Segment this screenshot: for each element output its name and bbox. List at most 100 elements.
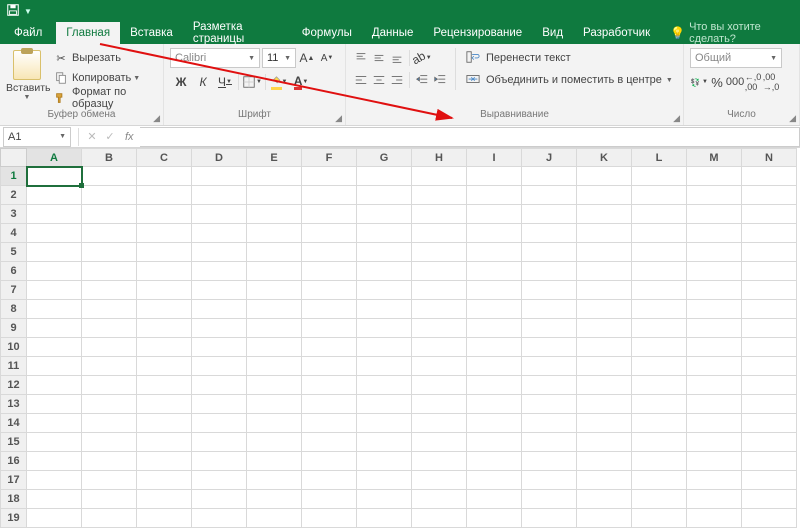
cell[interactable] <box>27 452 82 471</box>
cell[interactable] <box>137 414 192 433</box>
tab-view[interactable]: Вид <box>532 22 573 44</box>
cell[interactable] <box>467 243 522 262</box>
column-header[interactable]: E <box>247 149 302 167</box>
column-header[interactable]: A <box>27 149 82 167</box>
row-header[interactable]: 9 <box>1 319 27 338</box>
cell[interactable] <box>742 205 797 224</box>
cell[interactable] <box>247 205 302 224</box>
cell[interactable] <box>632 452 687 471</box>
cell[interactable] <box>632 490 687 509</box>
enter-formula-button[interactable]: ✓ <box>101 130 119 143</box>
cell[interactable] <box>522 357 577 376</box>
cell[interactable] <box>577 205 632 224</box>
cell[interactable] <box>357 509 412 528</box>
cell[interactable] <box>687 224 742 243</box>
cell[interactable] <box>687 395 742 414</box>
cell[interactable] <box>82 433 137 452</box>
bold-button[interactable]: Ж <box>170 72 192 92</box>
cell[interactable] <box>82 186 137 205</box>
cell[interactable] <box>687 281 742 300</box>
row-header[interactable]: 10 <box>1 338 27 357</box>
cell[interactable] <box>467 186 522 205</box>
cell[interactable] <box>467 452 522 471</box>
cell[interactable] <box>27 433 82 452</box>
qat-dropdown-icon[interactable]: ▼ <box>24 7 32 16</box>
paste-button[interactable]: Вставить ▼ <box>6 48 48 101</box>
cell[interactable] <box>82 376 137 395</box>
cell[interactable] <box>632 243 687 262</box>
cell[interactable] <box>27 167 82 186</box>
cell[interactable] <box>357 167 412 186</box>
cell[interactable] <box>137 471 192 490</box>
column-header[interactable]: I <box>467 149 522 167</box>
row-header[interactable]: 18 <box>1 490 27 509</box>
cell[interactable] <box>467 167 522 186</box>
cell[interactable] <box>687 414 742 433</box>
cell[interactable] <box>467 509 522 528</box>
cell[interactable] <box>357 281 412 300</box>
cell[interactable] <box>687 167 742 186</box>
row-header[interactable]: 12 <box>1 376 27 395</box>
cell[interactable] <box>302 395 357 414</box>
cell[interactable] <box>27 414 82 433</box>
row-header[interactable]: 14 <box>1 414 27 433</box>
dialog-launcher-icon[interactable]: ◢ <box>673 113 680 124</box>
cell[interactable] <box>247 357 302 376</box>
cell[interactable] <box>302 262 357 281</box>
cell[interactable] <box>412 490 467 509</box>
cell[interactable] <box>27 471 82 490</box>
cell[interactable] <box>742 281 797 300</box>
row-header[interactable]: 11 <box>1 357 27 376</box>
cell[interactable] <box>522 186 577 205</box>
cell[interactable] <box>412 243 467 262</box>
cell[interactable] <box>82 224 137 243</box>
cell[interactable] <box>192 243 247 262</box>
cell[interactable] <box>577 357 632 376</box>
cell[interactable] <box>412 167 467 186</box>
cell[interactable] <box>27 376 82 395</box>
cell[interactable] <box>357 395 412 414</box>
cell[interactable] <box>632 414 687 433</box>
cell[interactable] <box>687 490 742 509</box>
cell[interactable] <box>577 471 632 490</box>
cell[interactable] <box>82 471 137 490</box>
align-center-button[interactable] <box>370 70 388 90</box>
cell[interactable] <box>687 357 742 376</box>
cell[interactable] <box>687 319 742 338</box>
cell[interactable] <box>247 471 302 490</box>
borders-button[interactable]: ▼ <box>241 72 263 92</box>
cell[interactable] <box>577 243 632 262</box>
font-name-combo[interactable]: Calibri ▼ <box>170 48 260 68</box>
cell[interactable] <box>82 300 137 319</box>
cell[interactable] <box>192 300 247 319</box>
chevron-down-icon[interactable]: ▼ <box>6 94 48 101</box>
cell[interactable] <box>192 262 247 281</box>
cell[interactable] <box>522 319 577 338</box>
decrease-decimal-button[interactable]: ,00→,0 <box>762 72 780 92</box>
cell[interactable] <box>247 490 302 509</box>
cell[interactable] <box>632 395 687 414</box>
cell[interactable] <box>522 376 577 395</box>
cell[interactable] <box>137 205 192 224</box>
row-header[interactable]: 13 <box>1 395 27 414</box>
cell[interactable] <box>742 186 797 205</box>
cell[interactable] <box>192 471 247 490</box>
cell[interactable] <box>412 452 467 471</box>
cell[interactable] <box>192 357 247 376</box>
cell[interactable] <box>577 376 632 395</box>
cell[interactable] <box>467 224 522 243</box>
cell[interactable] <box>467 414 522 433</box>
cell[interactable] <box>357 338 412 357</box>
cell[interactable] <box>357 186 412 205</box>
cell[interactable] <box>687 186 742 205</box>
cell[interactable] <box>302 357 357 376</box>
cell[interactable] <box>357 205 412 224</box>
decrease-indent-button[interactable] <box>413 70 431 90</box>
column-header[interactable]: L <box>632 149 687 167</box>
cell[interactable] <box>577 281 632 300</box>
cell[interactable] <box>632 167 687 186</box>
cell[interactable] <box>522 300 577 319</box>
row-header[interactable]: 5 <box>1 243 27 262</box>
cell[interactable] <box>192 167 247 186</box>
cell[interactable] <box>137 376 192 395</box>
